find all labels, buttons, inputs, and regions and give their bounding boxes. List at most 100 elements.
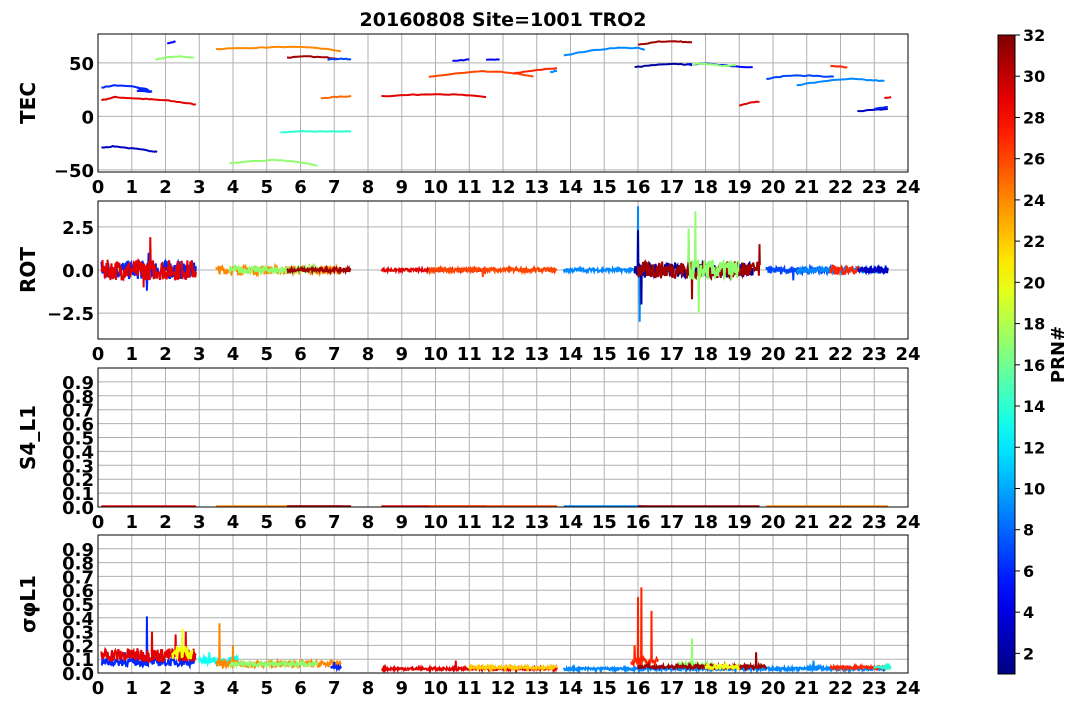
x-tick-label: 13: [524, 344, 549, 365]
x-tick-label: 9: [395, 177, 408, 198]
x-tick-label: 10: [423, 344, 448, 365]
x-tick-label: 12: [490, 512, 515, 533]
x-tick-label: 5: [260, 177, 273, 198]
x-tick-label: 12: [490, 678, 515, 699]
x-tick-label: 24: [895, 512, 920, 533]
x-tick-label: 8: [362, 678, 375, 699]
x-tick-label: 2: [159, 344, 172, 365]
x-tick-label: 7: [328, 512, 341, 533]
x-tick-label: 16: [625, 678, 650, 699]
x-tick-label: 20: [760, 512, 785, 533]
panel-1: 0 1 2 3 4 5 6 7 8 9 10 11 12 13 14 15 16 17 18 19 20 21 22 23 24…: [16, 33, 921, 198]
x-tick-label: 21: [794, 177, 819, 198]
series-prn-6: [101, 84, 153, 94]
colorbar-tick-label: 16: [1023, 356, 1045, 375]
x-tick-label: 18: [693, 678, 718, 699]
panel-4: 0 1 2 3 4 5 6 7 8 9 10 11 12 13 14 15 16 17 18 19 20 21 22 23 24…: [16, 534, 921, 699]
colorbar-gradient: [997, 34, 1016, 675]
series-prn-14: [873, 662, 892, 672]
x-tick-label: 21: [794, 512, 819, 533]
x-tick-label: 5: [260, 344, 273, 365]
x-tick-label: 5: [260, 678, 273, 699]
series-prn-26: [427, 264, 558, 277]
x-tick-label: 9: [395, 512, 408, 533]
x-tick-label: 19: [727, 678, 752, 699]
x-tick-label: 13: [524, 678, 549, 699]
x-tick-label: 22: [828, 678, 853, 699]
x-tick-label: 18: [693, 512, 718, 533]
x-tick-label: 11: [457, 512, 482, 533]
x-tick-label: 19: [727, 177, 752, 198]
series-prn-27: [830, 64, 848, 69]
series-prn-5: [452, 58, 470, 62]
x-tick-label: 10: [423, 177, 448, 198]
x-tick-label: 23: [862, 344, 887, 365]
colorbar-tick-label: 14: [1023, 397, 1045, 416]
x-tick-label: 11: [457, 344, 482, 365]
x-tick-label: 0: [92, 344, 105, 365]
series-prn-29: [101, 95, 197, 106]
x-tick-label: 7: [328, 344, 341, 365]
series-prn-5: [166, 40, 176, 45]
x-tick-label: 24: [895, 678, 920, 699]
x-tick-label: 8: [362, 512, 375, 533]
x-tick-label: 4: [227, 344, 240, 365]
colorbar-tick-label: 4: [1023, 603, 1034, 622]
x-tick-label: 11: [457, 177, 482, 198]
series-group: [100, 206, 889, 322]
x-tick-label: 11: [457, 678, 482, 699]
x-tick-label: 14: [558, 177, 583, 198]
y-tick-label: 2.5: [62, 218, 94, 239]
series-prn-22: [468, 662, 558, 673]
colorbar-tick-label: 6: [1023, 562, 1034, 581]
series-prn-7: [327, 57, 352, 61]
x-tick-label: 3: [193, 512, 206, 533]
series-prn-2: [634, 62, 693, 69]
colorbar: 2468101214161820222426283032PRN#: [997, 26, 1069, 675]
x-tick-label: 6: [294, 177, 307, 198]
x-tick-label: 15: [592, 512, 617, 533]
x-tick-label: 3: [193, 177, 206, 198]
series-prn-29: [381, 93, 487, 99]
x-tick-label: 23: [862, 177, 887, 198]
x-tick-label: 15: [592, 177, 617, 198]
x-tick-label: 1: [125, 678, 138, 699]
x-tick-label: 14: [558, 512, 583, 533]
x-tick-label: 16: [625, 177, 650, 198]
x-tick-label: 22: [828, 177, 853, 198]
colorbar-tick-label: 30: [1023, 67, 1045, 86]
x-tick-label: 12: [490, 177, 515, 198]
x-tick-label: 13: [524, 512, 549, 533]
series-prn-9: [549, 69, 558, 74]
colorbar-tick-label: 24: [1023, 191, 1045, 210]
x-tick-label: 2: [159, 512, 172, 533]
x-tick-label: 10: [423, 512, 448, 533]
colorbar-tick-label: 18: [1023, 315, 1045, 334]
x-tick-label: 15: [592, 344, 617, 365]
figure: 20160808 Site=1001 TRO2 0 1 2 3 4 5 6 7 8 9 10 11 12…: [16, 9, 1069, 699]
x-tick-label: 9: [395, 678, 408, 699]
x-tick-label: 18: [693, 177, 718, 198]
series-prn-3: [857, 108, 888, 113]
x-tick-label: 1: [125, 512, 138, 533]
x-tick-label: 9: [395, 344, 408, 365]
y-axis-label: TEC: [16, 82, 40, 124]
x-tick-label: 24: [895, 177, 920, 198]
series-prn-17: [677, 638, 714, 670]
x-tick-label: 22: [828, 344, 853, 365]
x-tick-label: 23: [862, 512, 887, 533]
series-prn-29: [738, 100, 760, 107]
series-prn-7: [766, 74, 834, 80]
x-tick-label: 3: [193, 344, 206, 365]
x-tick-label: 7: [328, 177, 341, 198]
colorbar-tick-label: 32: [1023, 26, 1045, 45]
x-tick-label: 6: [294, 344, 307, 365]
x-tick-label: 12: [490, 344, 515, 365]
x-tick-label: 5: [260, 512, 273, 533]
x-tick-label: 23: [862, 678, 887, 699]
x-tick-label: 2: [159, 678, 172, 699]
colorbar-tick-label: 22: [1023, 232, 1045, 251]
colorbar-tick-label: 8: [1023, 521, 1034, 540]
y-tick-label: 0.9: [62, 373, 94, 394]
x-tick-label: 17: [659, 344, 684, 365]
